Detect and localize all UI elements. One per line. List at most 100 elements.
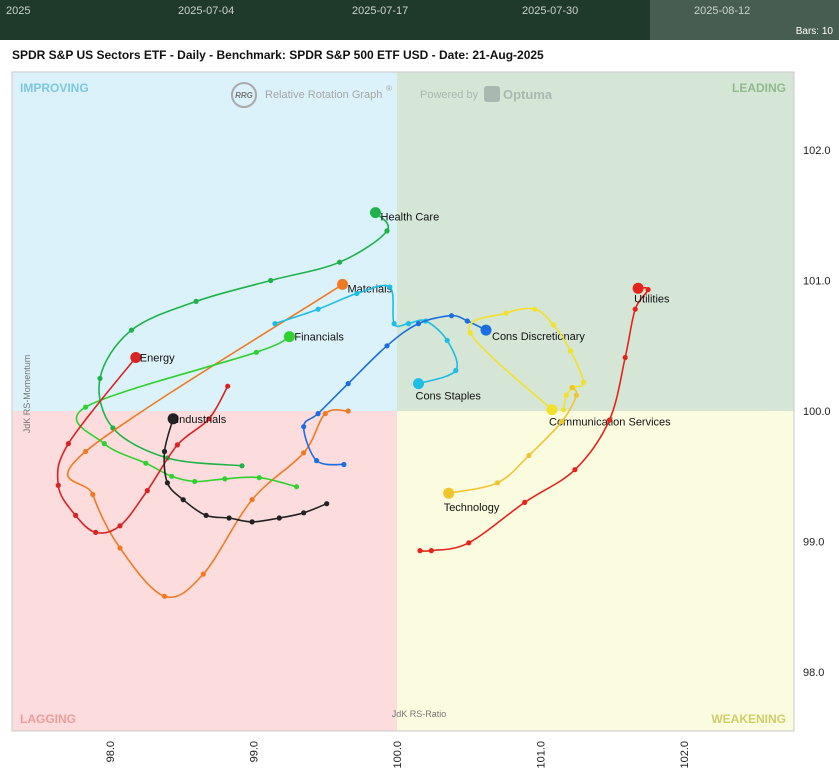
series-point[interactable] [144, 488, 150, 494]
series-point[interactable] [293, 484, 300, 490]
series-point[interactable] [391, 321, 397, 327]
series-point[interactable] [301, 450, 307, 456]
series-point[interactable] [83, 404, 89, 410]
series-point[interactable] [97, 375, 103, 381]
series-point[interactable] [315, 306, 321, 312]
series-point[interactable] [337, 259, 343, 265]
series-point[interactable] [90, 491, 96, 498]
series-point[interactable] [65, 441, 71, 447]
series-point[interactable] [645, 287, 651, 293]
series-point[interactable] [93, 529, 99, 536]
series-point[interactable] [466, 540, 472, 546]
series-point[interactable] [193, 298, 199, 304]
series-point[interactable] [428, 548, 434, 554]
series-point[interactable] [572, 467, 578, 473]
series-point[interactable] [180, 497, 186, 503]
series-point[interactable] [345, 408, 351, 414]
series-point[interactable] [222, 476, 228, 482]
series-head-point[interactable] [546, 404, 558, 416]
series-point[interactable] [415, 321, 422, 327]
series-label: Technology [444, 502, 500, 514]
series-point[interactable] [200, 571, 206, 577]
optuma-logo-text: Optuma [503, 87, 553, 102]
series-point[interactable] [239, 463, 245, 469]
series-point[interactable] [322, 411, 328, 417]
series-point[interactable] [249, 497, 255, 503]
series-point[interactable] [174, 442, 180, 448]
series-point[interactable] [143, 460, 149, 466]
series-head-point[interactable] [480, 324, 492, 336]
series-point[interactable] [324, 501, 330, 507]
series-label: Financials [294, 332, 344, 344]
series-point[interactable] [622, 354, 628, 361]
series-point[interactable] [580, 379, 587, 385]
series-label: Health Care [381, 212, 440, 224]
series-point[interactable] [117, 545, 123, 551]
series-point[interactable] [341, 461, 347, 468]
series-point[interactable] [192, 478, 198, 485]
series-point[interactable] [384, 343, 390, 349]
series-point[interactable] [301, 510, 307, 516]
series-point[interactable] [203, 512, 209, 519]
y-axis: 102.0 101.0 100.0 99.0 98.0 [803, 145, 831, 679]
x-tick-label: 102.0 [679, 741, 691, 769]
series-point[interactable] [301, 424, 307, 430]
series-point[interactable] [253, 349, 259, 355]
series-head-point[interactable] [632, 282, 644, 294]
series-point[interactable] [464, 318, 470, 324]
series-point[interactable] [563, 392, 569, 398]
series-point[interactable] [315, 411, 321, 417]
series-point[interactable] [161, 593, 168, 599]
series-point[interactable] [417, 548, 423, 554]
series-point[interactable] [606, 417, 613, 423]
series-point[interactable] [101, 441, 107, 447]
series-point[interactable] [569, 384, 575, 391]
series-point[interactable] [522, 499, 528, 505]
series-point[interactable] [161, 448, 168, 455]
series-point[interactable] [164, 480, 170, 486]
series-point[interactable] [448, 313, 455, 319]
series-point[interactable] [117, 523, 123, 529]
y-tick-label: 98.0 [803, 667, 824, 679]
series-point[interactable] [128, 327, 135, 333]
series-point[interactable] [73, 512, 79, 519]
quadrant-label-improving: IMPROVING [20, 81, 89, 95]
series-label: Utilities [634, 293, 670, 305]
series-point[interactable] [345, 381, 351, 387]
series-head-point[interactable] [413, 378, 424, 390]
series-point[interactable] [494, 480, 501, 486]
series-point[interactable] [276, 515, 282, 521]
series-point[interactable] [532, 306, 538, 312]
series-point[interactable] [249, 519, 255, 525]
series-head-point[interactable] [283, 331, 295, 343]
series-point[interactable] [405, 321, 412, 327]
series-point[interactable] [444, 337, 450, 344]
series-point[interactable] [550, 322, 557, 328]
series-point[interactable] [354, 290, 360, 297]
series-head-point[interactable] [370, 207, 381, 219]
series-point[interactable] [560, 407, 567, 413]
series-head-point[interactable] [443, 487, 455, 499]
series-point[interactable] [503, 310, 509, 316]
series-point[interactable] [453, 367, 459, 374]
series-point[interactable] [268, 277, 274, 284]
series-point[interactable] [256, 475, 262, 481]
series-point[interactable] [384, 228, 390, 234]
series-point[interactable] [559, 418, 565, 424]
series-point[interactable] [467, 330, 473, 336]
series-point[interactable] [225, 383, 231, 389]
x-tick-label: 101.0 [536, 741, 548, 769]
series-point[interactable] [526, 452, 532, 458]
series-point[interactable] [568, 348, 574, 354]
series-point[interactable] [226, 515, 232, 521]
series-point[interactable] [272, 321, 278, 327]
series-point[interactable] [387, 284, 393, 290]
series-point[interactable] [169, 473, 175, 479]
series-point[interactable] [83, 448, 89, 455]
series-point[interactable] [632, 306, 638, 312]
series-point[interactable] [314, 458, 320, 464]
series-head-point[interactable] [337, 278, 348, 290]
series-point[interactable] [55, 482, 61, 488]
series-label: Industrials [176, 414, 227, 426]
series-point[interactable] [573, 392, 580, 398]
